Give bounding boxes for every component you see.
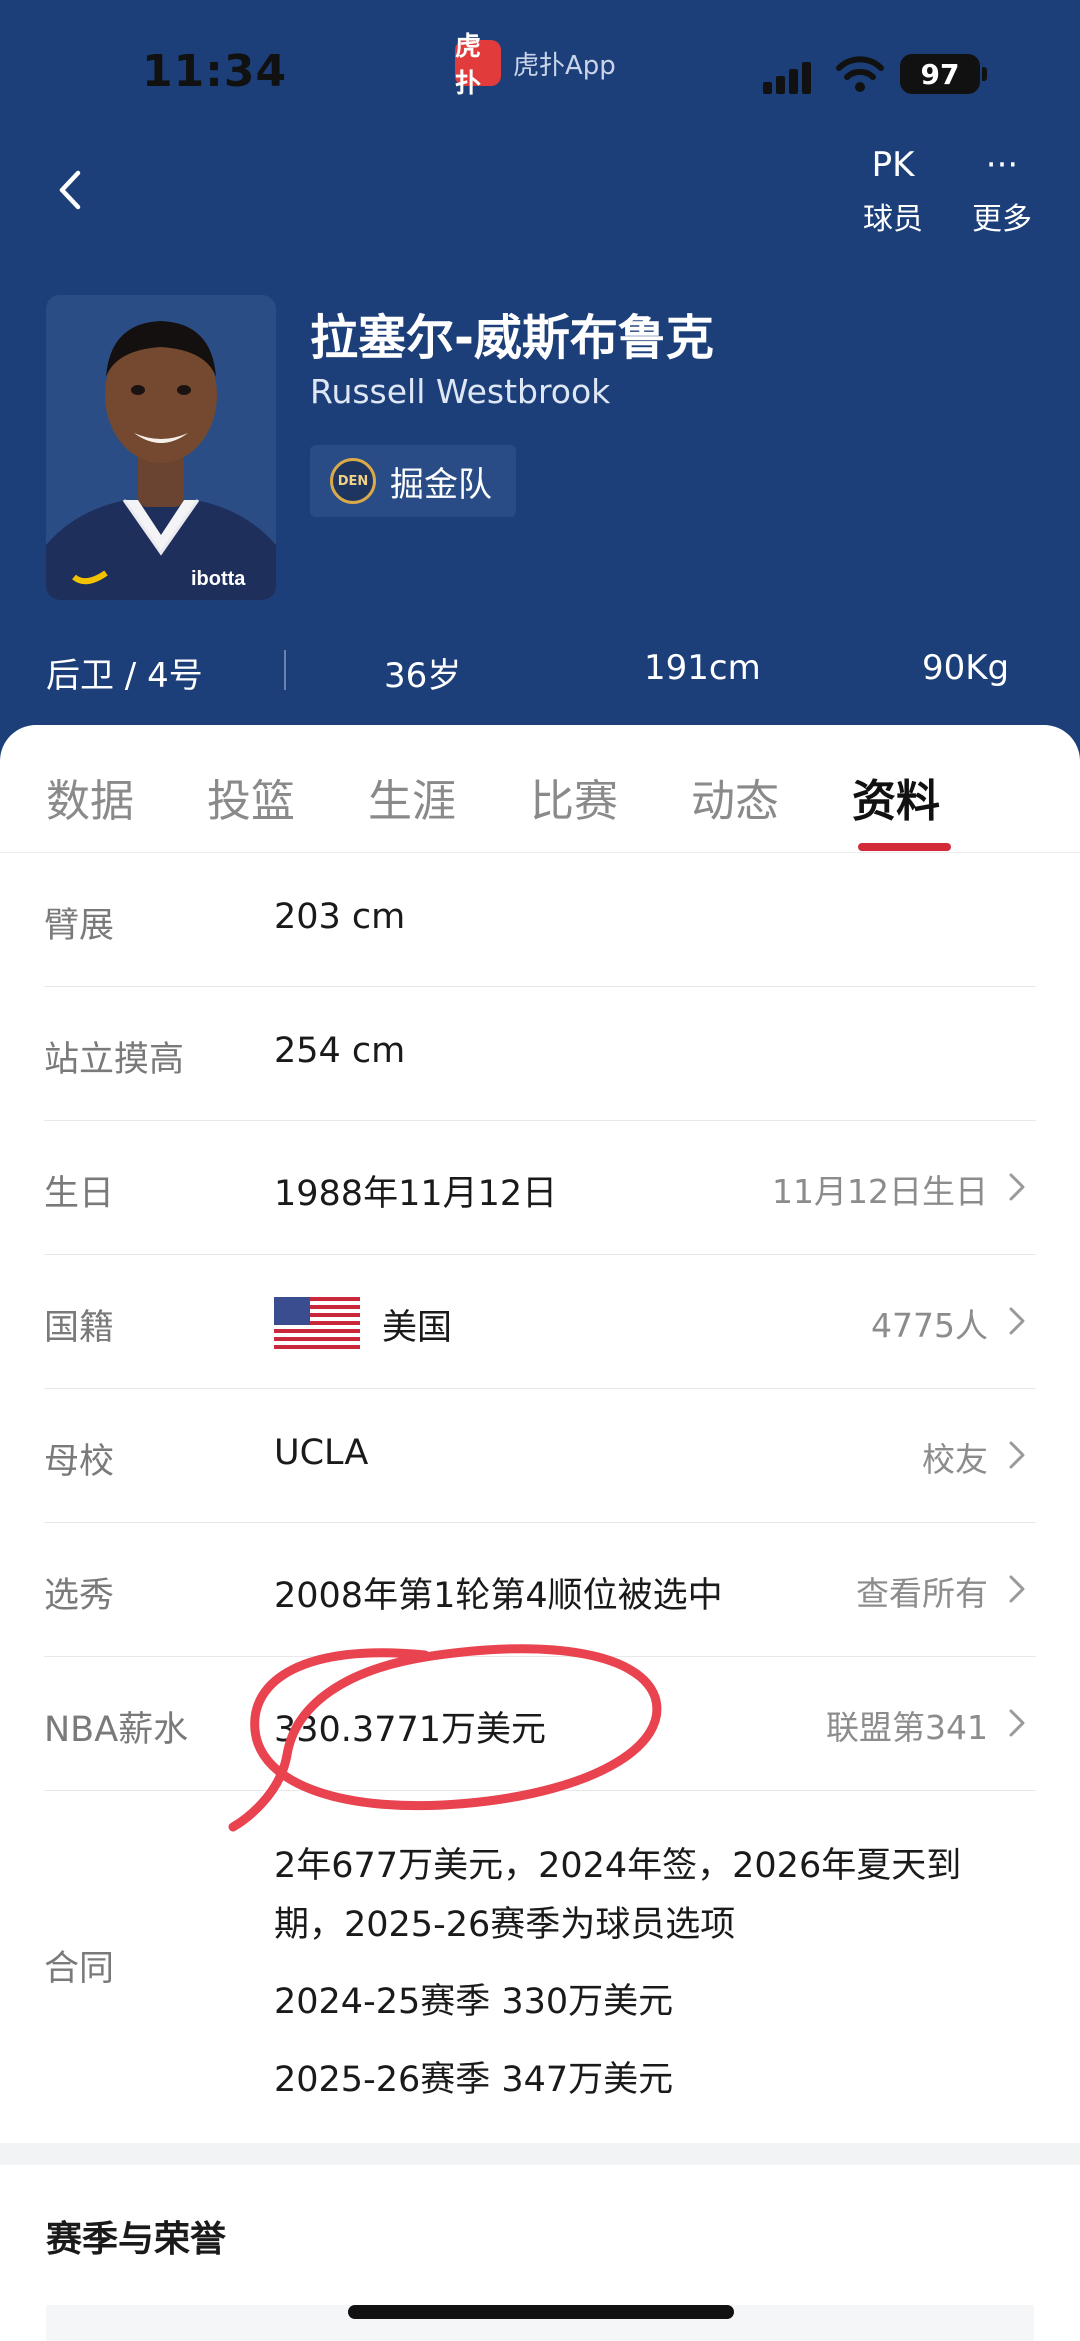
wingspan-label: 臂展 <box>44 906 115 946</box>
row-standing-reach: 站立摸高 254 cm <box>44 987 1036 1121</box>
home-indicator[interactable] <box>348 2305 734 2319</box>
status-bar: 11:34 虎扑 虎扑App 97 <box>0 32 1080 110</box>
wifi-icon <box>836 56 884 92</box>
contract-line-1: 2年677万美元，2024年签，2026年夏天到 <box>274 1846 962 1886</box>
player-weight: 90Kg <box>922 648 1010 688</box>
stats-divider <box>284 650 286 690</box>
player-header: 11:34 虎扑 虎扑App 97 PK 球员 ··· 更多 ibotta 拉塞… <box>0 0 1080 760</box>
row-draft[interactable]: 选秀 2008年第1轮第4顺位被选中 查看所有 <box>44 1523 1036 1657</box>
standing-reach-label: 站立摸高 <box>44 1040 185 1080</box>
pk-icon: PK <box>871 145 915 185</box>
hupu-logo-icon: 虎扑 <box>455 32 501 99</box>
section-separator <box>0 2143 1080 2165</box>
app-name: 虎扑App <box>513 50 616 81</box>
tab-profile[interactable]: 资料 <box>852 765 940 829</box>
content-panel: 数据 投篮 生涯 比赛 动态 资料 臂展 203 cm 站立摸高 254 cm … <box>0 725 1080 2341</box>
nationality-label: 国籍 <box>44 1308 115 1348</box>
chevron-right-icon <box>1009 1575 1025 1603</box>
more-dots-icon: ··· <box>985 145 1019 185</box>
row-wingspan: 臂展 203 cm <box>44 853 1036 987</box>
chevron-right-icon <box>1009 1441 1025 1469</box>
row-birthday[interactable]: 生日 1988年11月12日 11月12日生日 <box>44 1121 1036 1255</box>
player-age: 36岁 <box>384 656 462 696</box>
tab-bar: 数据 投篮 生涯 比赛 动态 资料 <box>0 725 1080 853</box>
player-pk-button[interactable]: PK 球员 <box>848 140 938 238</box>
draft-label: 选秀 <box>44 1576 115 1616</box>
player-pk-label: 球员 <box>863 202 923 237</box>
player-photo-icon: ibotta <box>46 295 276 600</box>
more-label: 更多 <box>972 202 1032 237</box>
position-number: 后卫 / 4号 <box>46 656 203 696</box>
nuggets-logo-icon: DEN <box>330 458 376 504</box>
status-time: 11:34 <box>142 46 288 97</box>
tab-data[interactable]: 数据 <box>46 765 134 829</box>
salary-label: NBA薪水 <box>44 1710 189 1750</box>
wingspan-value: 203 cm <box>274 897 406 937</box>
tab-shooting[interactable]: 投篮 <box>207 765 295 829</box>
salary-rank-link[interactable]: 联盟第341 <box>826 1701 988 1749</box>
tab-games[interactable]: 比赛 <box>530 765 618 829</box>
battery-icon: 97 <box>900 54 987 94</box>
row-college[interactable]: 母校 UCLA 校友 <box>44 1389 1036 1523</box>
salary-value: 330.3771万美元 <box>274 1710 547 1750</box>
tab-news[interactable]: 动态 <box>691 765 779 829</box>
chevron-right-icon <box>1009 1709 1025 1737</box>
player-height: 191cm <box>644 648 761 688</box>
player-basic-stats: 后卫 / 4号 36岁 191cm 90Kg <box>0 640 1080 700</box>
app-indicator[interactable]: 虎扑 虎扑App <box>455 32 616 99</box>
nationality-value: 美国 <box>382 1308 453 1348</box>
back-arrow-icon[interactable] <box>50 165 90 215</box>
player-name-cn: 拉塞尔-威斯布鲁克 <box>310 310 714 366</box>
draft-value: 2008年第1轮第4顺位被选中 <box>274 1576 723 1616</box>
team-name: 掘金队 <box>390 464 492 505</box>
contract-line-4: 2025-26赛季 347万美元 <box>274 2060 674 2100</box>
contract-line-2: 期，2025-26赛季为球员选项 <box>274 1905 736 1945</box>
row-salary[interactable]: NBA薪水 330.3771万美元 联盟第341 <box>44 1657 1036 1791</box>
team-badge[interactable]: DEN 掘金队 <box>310 445 516 517</box>
birthday-label: 生日 <box>44 1174 115 1214</box>
more-button[interactable]: ··· 更多 <box>957 140 1047 238</box>
cellular-signal-icon <box>763 60 813 94</box>
standing-reach-value: 254 cm <box>274 1031 406 1071</box>
player-name-en: Russell Westbrook <box>310 372 611 411</box>
contract-label: 合同 <box>44 1949 115 1989</box>
section-title-seasons-honors: 赛季与荣誉 <box>46 2219 227 2260</box>
birthday-value: 1988年11月12日 <box>274 1174 558 1214</box>
jersey-sponsor-text: ibotta <box>191 568 246 590</box>
active-tab-indicator <box>858 843 951 851</box>
contract-line-3: 2024-25赛季 330万美元 <box>274 1982 674 2022</box>
alumni-link[interactable]: 校友 <box>922 1433 988 1481</box>
tab-career[interactable]: 生涯 <box>368 765 456 829</box>
chevron-right-icon <box>1009 1173 1025 1201</box>
college-label: 母校 <box>44 1442 115 1482</box>
chevron-right-icon <box>1009 1307 1025 1335</box>
row-nationality[interactable]: 国籍 美国 4775人 <box>44 1255 1036 1389</box>
us-flag-icon <box>274 1297 360 1349</box>
compatriots-count-link[interactable]: 4775人 <box>871 1299 988 1347</box>
player-avatar: ibotta <box>46 295 276 600</box>
college-value: UCLA <box>274 1433 369 1473</box>
same-birthday-link[interactable]: 11月12日生日 <box>772 1165 988 1213</box>
view-all-draft-link[interactable]: 查看所有 <box>856 1567 988 1615</box>
